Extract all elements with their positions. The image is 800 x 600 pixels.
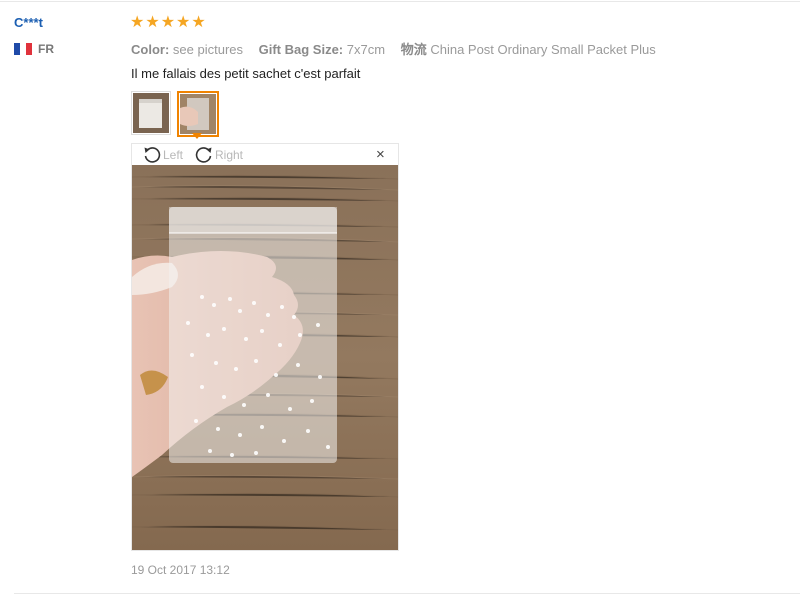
star-icon: ★	[160, 14, 176, 31]
attr-color-value: see pictures	[172, 42, 243, 57]
rotate-left-label: Left	[163, 148, 184, 162]
review-photo	[132, 165, 398, 550]
reviewer-name[interactable]: C***t	[14, 15, 43, 30]
thumbnail-1[interactable]	[131, 91, 171, 135]
image-viewer: Left Right ×	[131, 143, 399, 551]
close-viewer-button[interactable]: ×	[376, 147, 385, 162]
attr-shipping-value: China Post Ordinary Small Packet Plus	[430, 42, 656, 57]
reviewer-country: FR	[14, 42, 54, 56]
rotate-right-label: Right	[215, 148, 244, 162]
top-divider	[0, 1, 800, 2]
attr-shipping-key: 物流	[400, 42, 427, 57]
attr-color-key: Color:	[131, 42, 170, 57]
viewer-toolbar: Left Right ×	[132, 144, 398, 165]
bottom-divider	[14, 593, 800, 594]
attr-size-key: Gift Bag Size:	[258, 42, 344, 57]
review-thumbnails	[131, 91, 219, 137]
review-text: Il me fallais des petit sachet c'est par…	[131, 66, 361, 81]
rotate-right-icon	[195, 147, 212, 163]
thumbnail-2-selected[interactable]	[177, 91, 219, 137]
selected-thumbnail-pointer	[192, 133, 202, 139]
rotate-left-button[interactable]: Left	[142, 145, 183, 165]
product-attributes: Color: see pictures Gift Bag Size: 7x7cm…	[131, 39, 668, 58]
review-date: 19 Oct 2017 13:12	[131, 563, 230, 577]
rotate-right-button[interactable]: Right	[194, 145, 243, 165]
rotate-left-icon	[144, 147, 161, 163]
country-code: FR	[38, 42, 54, 56]
review-photo-image	[132, 165, 398, 550]
star-icon: ★	[145, 14, 160, 31]
star-icon: ★	[130, 14, 145, 31]
france-flag-icon	[14, 43, 32, 55]
star-icon: ★	[176, 14, 191, 31]
star-icon: ★	[191, 14, 206, 31]
star-rating: ★ ★ ★ ★ ★	[130, 14, 206, 32]
attr-size-value: 7x7cm	[346, 42, 386, 57]
